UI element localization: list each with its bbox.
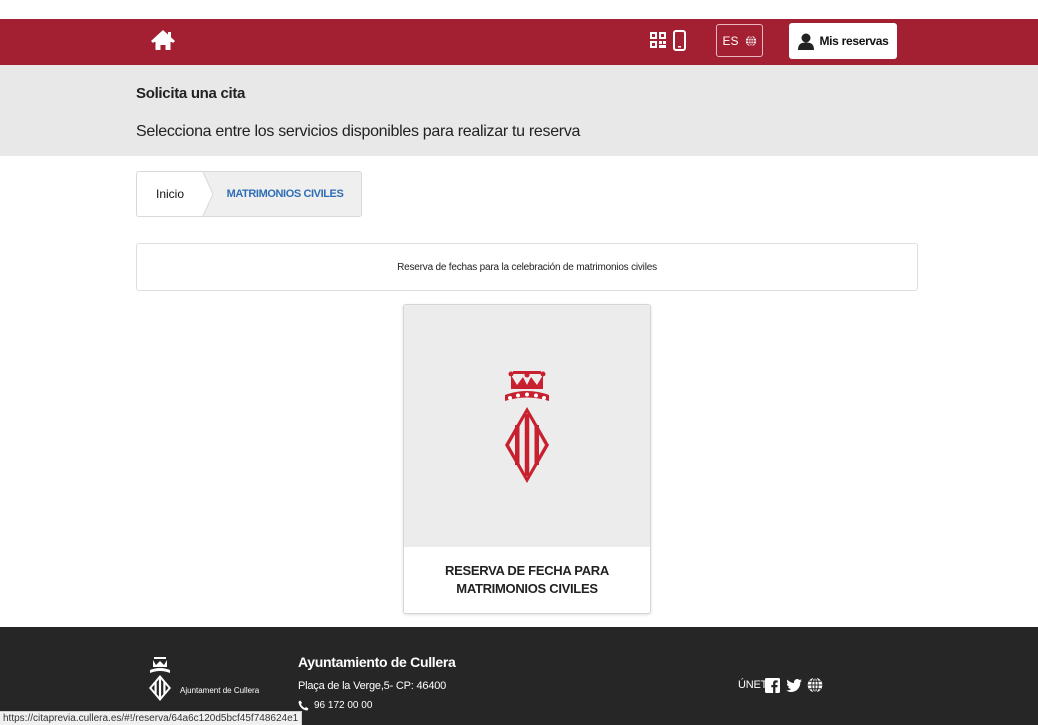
user-icon <box>798 33 815 50</box>
service-card-title: RESERVA DE FECHA PARA MATRIMONIOS CIVILE… <box>404 547 650 613</box>
service-card-title-line1: RESERVA DE FECHA PARA <box>445 563 609 578</box>
page-header: Solicita una cita Selecciona entre los s… <box>0 65 1038 156</box>
breadcrumb-current: MATRIMONIOS CIVILES <box>203 172 361 216</box>
mis-reservas-label: Mis reservas <box>819 34 889 48</box>
page-subtitle: Selecciona entre los servicios disponibl… <box>136 123 581 140</box>
service-card-reserva-matrimonio[interactable]: RESERVA DE FECHA PARA MATRIMONIOS CIVILE… <box>403 304 651 614</box>
footer-phone: 96 172 00 00 <box>314 700 373 711</box>
service-card-image <box>404 305 650 547</box>
mobile-phone-icon[interactable] <box>673 30 686 51</box>
breadcrumb-separator <box>197 172 213 216</box>
language-code: ES <box>722 33 739 48</box>
top-navigation-bar: ES Mis reservas <box>0 19 1038 65</box>
footer-logo-icon <box>149 657 171 701</box>
service-description: Reserva de fechas para la celebración de… <box>136 243 918 291</box>
qr-code-icon[interactable] <box>650 31 666 49</box>
footer-address: Plaça de la Verge,5- CP: 46400 <box>298 680 447 692</box>
language-selector[interactable]: ES <box>716 24 763 57</box>
footer-logo-text: Ajuntament de Cullera <box>180 686 260 695</box>
footer-org-name: Ayuntamiento de Cullera <box>298 654 456 670</box>
phone-icon <box>298 700 309 711</box>
breadcrumb: Inicio MATRIMONIOS CIVILES <box>136 171 362 217</box>
mis-reservas-button[interactable]: Mis reservas <box>789 23 897 59</box>
twitter-icon[interactable] <box>786 679 802 692</box>
page-title: Solicita una cita <box>136 85 246 102</box>
service-card-title-line2: MATRIMONIOS CIVILES <box>456 581 598 596</box>
globe-icon[interactable] <box>807 677 823 693</box>
top-strip <box>0 0 1038 19</box>
status-bar-url: https://citaprevia.cullera.es/#!/reserva… <box>0 711 303 725</box>
facebook-icon[interactable] <box>765 678 780 693</box>
globe-icon <box>745 34 756 47</box>
home-icon[interactable] <box>150 28 176 54</box>
cullera-coat-of-arms-icon <box>505 371 549 483</box>
breadcrumb-inicio-link[interactable]: Inicio <box>137 172 203 216</box>
